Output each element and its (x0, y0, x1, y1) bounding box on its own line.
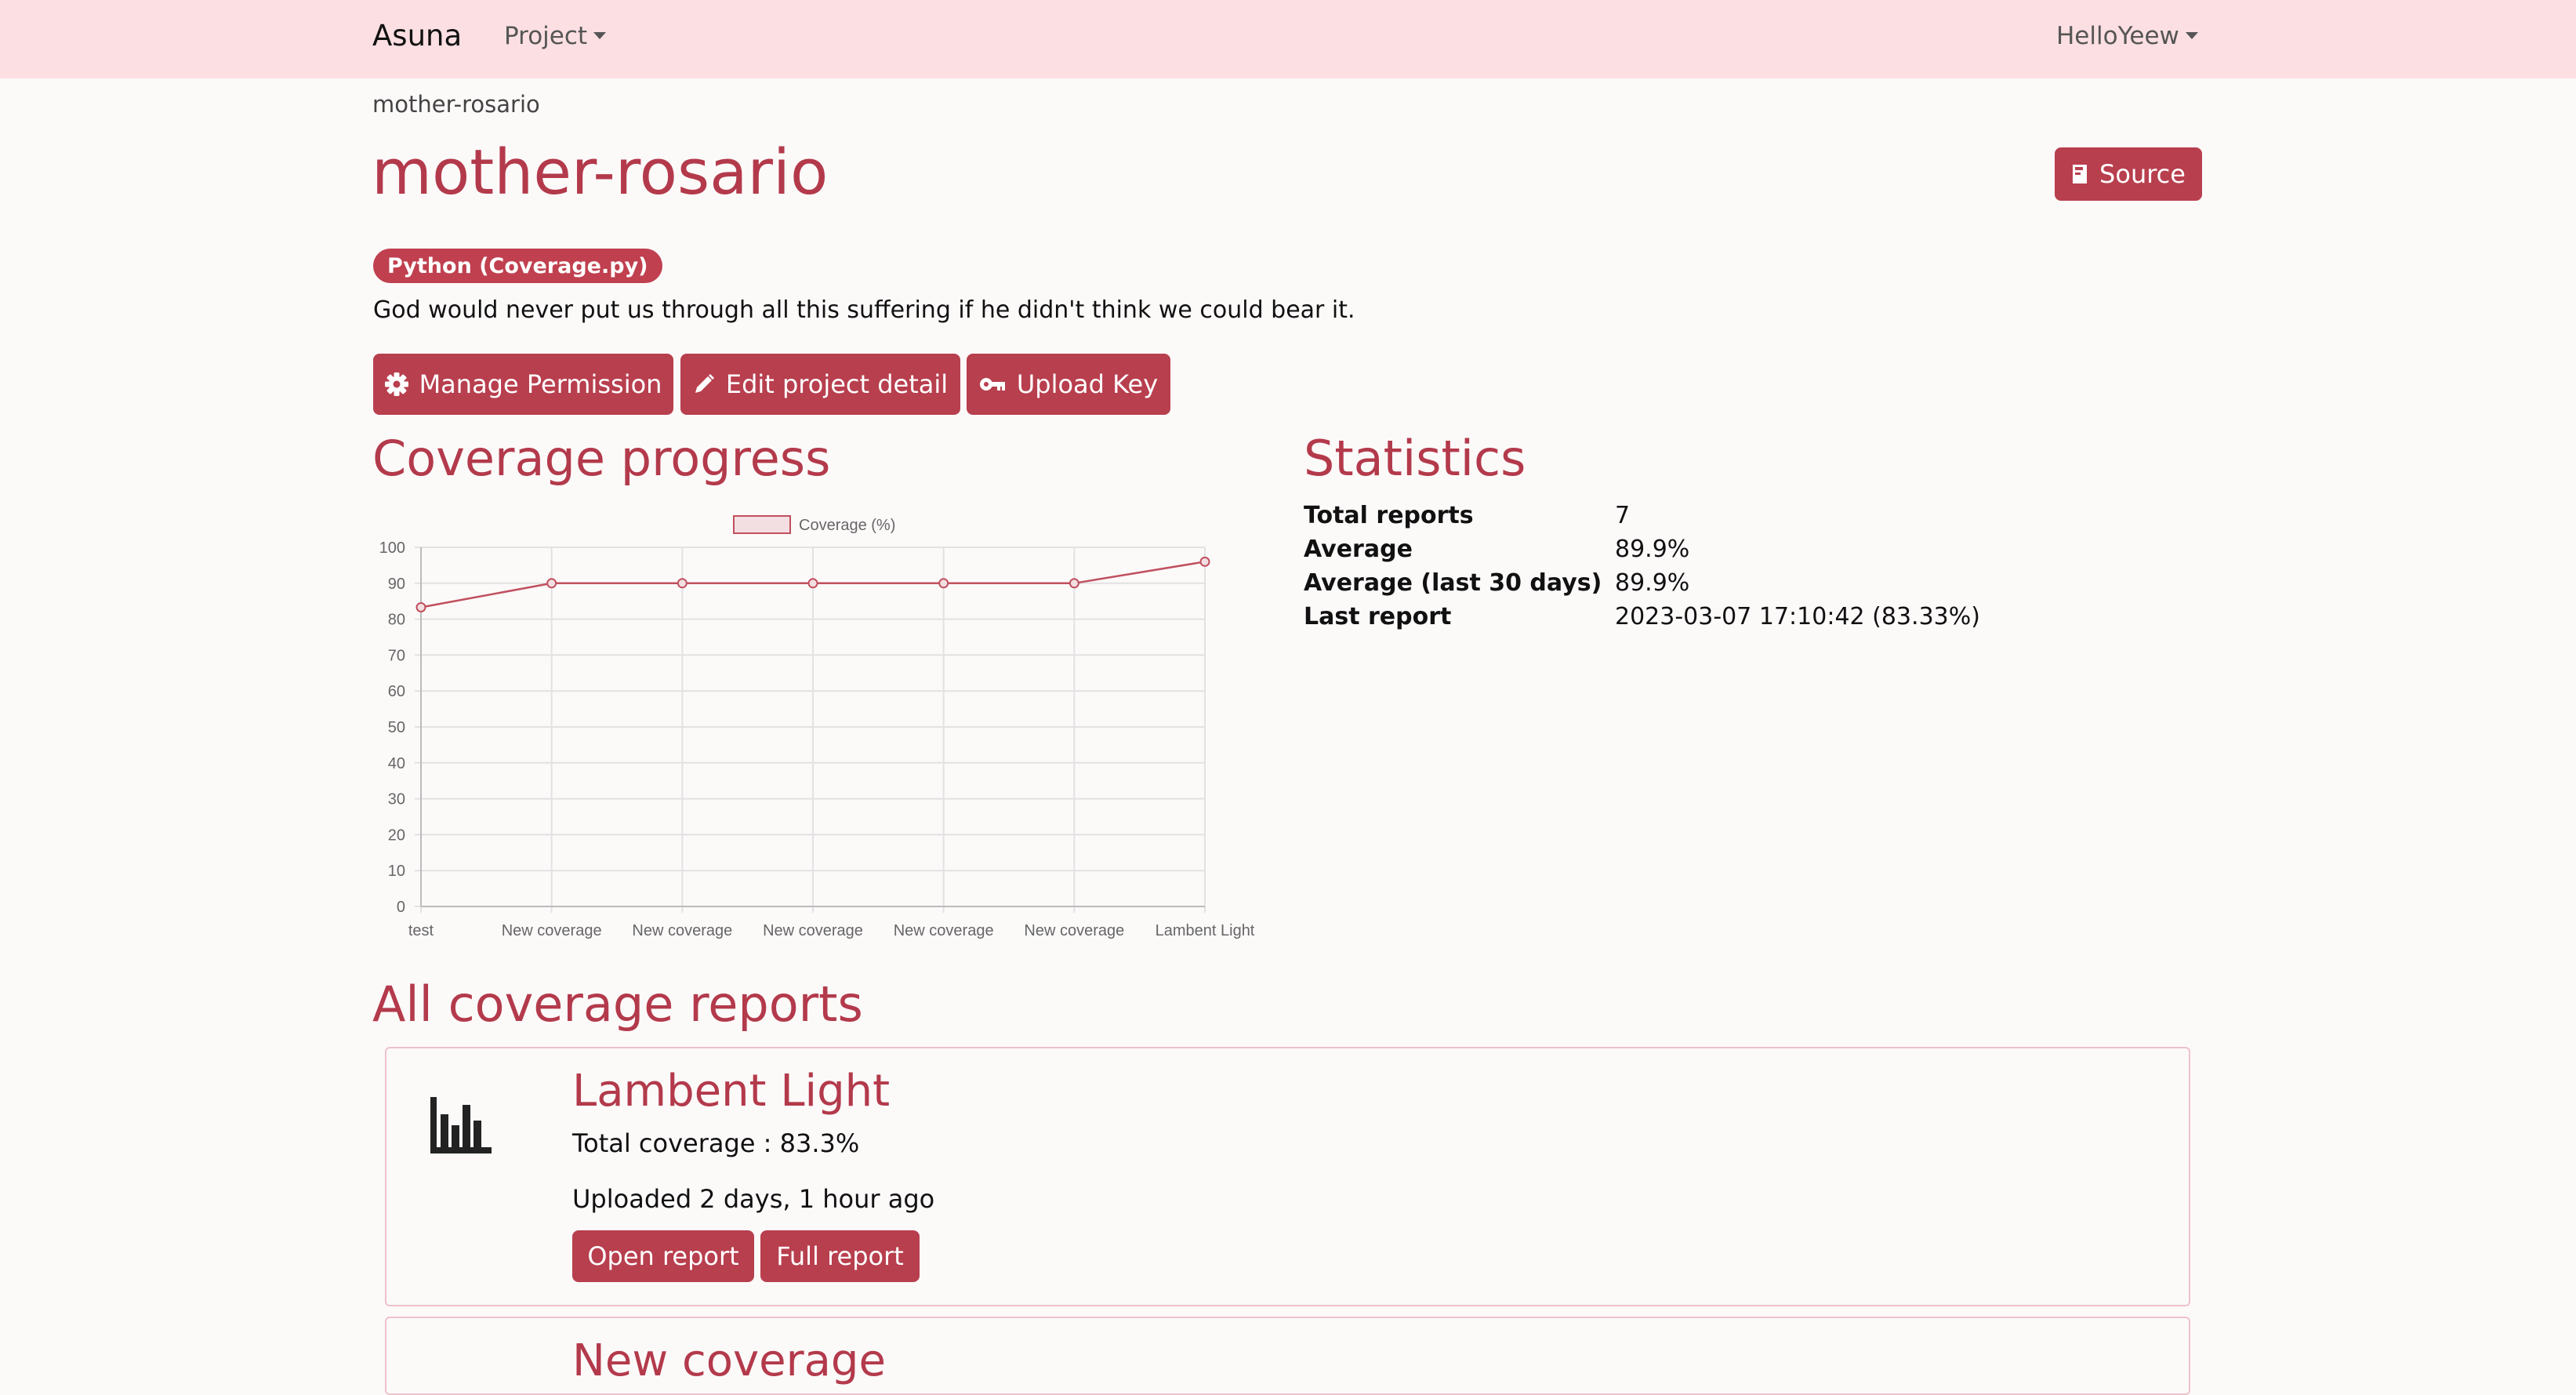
data-point (677, 578, 688, 589)
x-tick-label: New coverage (763, 922, 863, 939)
stat-label: Average (1304, 536, 1413, 563)
x-tick-label: New coverage (1024, 922, 1124, 939)
y-tick-label: 60 (388, 683, 405, 700)
legend-swatch (733, 515, 791, 534)
coverage-progress-heading: Coverage progress (372, 430, 831, 487)
data-point (1199, 556, 1210, 567)
stat-row: Average (last 30 days) 89.9% (1304, 569, 2009, 603)
all-reports-heading: All coverage reports (372, 975, 863, 1033)
brand-logo[interactable]: Asuna (372, 19, 462, 53)
stat-value: 89.9% (1615, 536, 1690, 563)
y-tick-label: 30 (388, 791, 405, 808)
open-report-button[interactable]: Open report (572, 1230, 754, 1282)
statistics-heading: Statistics (1304, 430, 1526, 487)
key-icon (979, 378, 1005, 391)
source-button[interactable]: Source (2055, 147, 2202, 201)
stat-row: Average 89.9% (1304, 536, 2009, 569)
user-dropdown[interactable]: HelloYeew (2056, 22, 2198, 50)
statistics-table: Total reports 7 Average 89.9% Average (l… (1304, 502, 2009, 637)
language-badge: Python (Coverage.py) (373, 249, 662, 283)
book-icon (2073, 165, 2088, 183)
y-tick-label: 20 (388, 826, 405, 844)
pencil-icon (695, 374, 714, 393)
legend-label: Coverage (%) (799, 517, 895, 534)
stat-label: Average (last 30 days) (1304, 569, 1602, 597)
gear-icon (384, 372, 408, 396)
report-title[interactable]: Lambent Light (572, 1066, 890, 1117)
data-point (546, 578, 557, 589)
manage-permission-label: Manage Permission (419, 369, 662, 399)
y-tick-label: 90 (388, 576, 405, 593)
data-point (415, 601, 426, 612)
stat-label: Total reports (1304, 502, 1474, 529)
source-button-label: Source (2099, 159, 2186, 189)
x-tick-label: Lambent Light (1156, 922, 1255, 939)
data-point (938, 578, 949, 589)
full-report-button[interactable]: Full report (760, 1230, 920, 1282)
report-card: New coverage (385, 1317, 2190, 1395)
stat-row: Total reports 7 (1304, 502, 2009, 536)
top-navbar: Asuna Project HelloYeew (0, 0, 2576, 78)
report-total-coverage: Total coverage : 83.3% (572, 1128, 860, 1158)
stat-row: Last report 2023-03-07 17:10:42 (83.33%) (1304, 603, 2009, 637)
stat-value: 2023-03-07 17:10:42 (83.33%) (1615, 603, 1980, 630)
upload-key-label: Upload Key (1016, 369, 1159, 399)
report-uploaded-time: Uploaded 2 days, 1 hour ago (572, 1184, 935, 1214)
stat-label: Last report (1304, 603, 1452, 630)
stat-value: 7 (1615, 502, 1631, 529)
y-tick-label: 40 (388, 755, 405, 772)
y-tick-label: 100 (379, 539, 405, 557)
x-tick-label: New coverage (502, 922, 602, 939)
y-tick-label: 0 (397, 899, 405, 916)
y-tick-label: 80 (388, 612, 405, 629)
y-tick-label: 10 (388, 863, 405, 880)
breadcrumb[interactable]: mother-rosario (372, 91, 540, 118)
x-tick-label: test (408, 922, 434, 939)
y-tick-label: 70 (388, 647, 405, 664)
coverage-line-chart: 0 10 20 30 40 50 60 70 80 90 100 test New coverage Ne… (379, 515, 1255, 939)
x-tick-label: New coverage (894, 922, 994, 939)
project-dropdown[interactable]: Project (504, 22, 606, 50)
data-point (807, 578, 818, 589)
edit-project-button[interactable]: Edit project detail (680, 354, 960, 415)
stat-value: 89.9% (1615, 569, 1690, 597)
data-point (1068, 578, 1079, 589)
edit-project-label: Edit project detail (725, 369, 949, 399)
page-title: mother-rosario (372, 136, 829, 209)
manage-permission-button[interactable]: Manage Permission (373, 354, 673, 415)
bar-chart-icon (430, 1097, 492, 1153)
report-card: Lambent Light Total coverage : 83.3% Upl… (385, 1047, 2190, 1306)
upload-key-button[interactable]: Upload Key (967, 354, 1170, 415)
report-title[interactable]: New coverage (572, 1335, 886, 1386)
project-description: God would never put us through all this … (373, 296, 1355, 324)
y-tick-label: 50 (388, 719, 405, 736)
x-tick-label: New coverage (632, 922, 732, 939)
